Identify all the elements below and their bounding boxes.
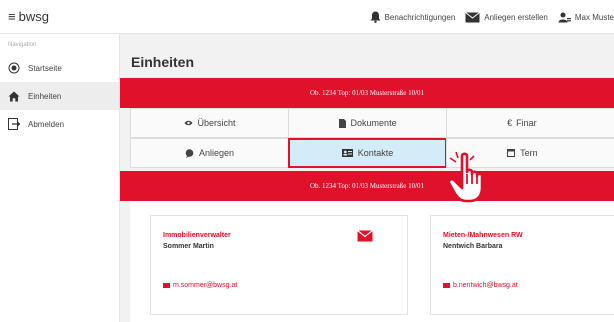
unit-banner: Ob. 1234 Top: 01/03 Musterstraße 10/01 bbox=[120, 78, 614, 108]
contact-card: Mieten-/Mahnwesen RW Nentwich Barbara b.… bbox=[430, 215, 614, 315]
bell-icon bbox=[370, 11, 381, 23]
envelope-small-icon bbox=[443, 283, 450, 288]
section-banner: Ob. 1234 Top: 01/03 Musterstraße 10/01 bbox=[120, 171, 614, 201]
create-request-button[interactable]: Anliegen erstellen bbox=[465, 11, 548, 23]
envelope-small-icon bbox=[163, 283, 170, 288]
tab-label: Finar bbox=[516, 118, 537, 128]
eye-icon bbox=[184, 120, 193, 126]
brand: ≡ bwsg bbox=[8, 9, 49, 24]
contact-role: Mieten-/Mahnwesen RW bbox=[443, 232, 523, 239]
tab-label: Dokumente bbox=[350, 118, 397, 128]
tab-uebersicht[interactable]: Übersicht bbox=[130, 108, 290, 138]
hamburger-menu-icon[interactable]: ≡ bbox=[8, 9, 16, 24]
sidebar-item-label: Einheiten bbox=[28, 91, 62, 101]
contact-email: b.nentwich@bwsg.at bbox=[453, 282, 518, 289]
sidebar: Navigation Startseite Einheiten Abmelden bbox=[0, 34, 120, 322]
contact-name: Nentwich Barbara bbox=[443, 243, 503, 250]
contact-card-icon bbox=[341, 149, 353, 157]
radio-icon bbox=[8, 62, 20, 74]
document-icon bbox=[338, 118, 346, 128]
notifications-button[interactable]: Benachrichtigungen bbox=[370, 11, 456, 23]
logout-icon bbox=[8, 118, 20, 130]
user-name: Max Muste bbox=[574, 12, 614, 22]
tab-anliegen[interactable]: Anliegen bbox=[130, 138, 289, 168]
contact-email-link[interactable]: m.sommer@bwsg.at bbox=[163, 282, 237, 289]
sidebar-section-label: Navigation bbox=[8, 42, 37, 48]
tab-finanzen[interactable]: € Finar bbox=[446, 108, 614, 138]
notifications-label: Benachrichtigungen bbox=[384, 12, 456, 22]
sidebar-item-einheiten[interactable]: Einheiten bbox=[0, 82, 119, 110]
chat-icon bbox=[185, 148, 194, 158]
sidebar-item-abmelden[interactable]: Abmelden bbox=[0, 110, 119, 138]
pointer-hand-icon bbox=[448, 152, 484, 203]
top-bar: ≡ bwsg Benachrichtigungen Anliegen erste… bbox=[0, 0, 614, 34]
create-request-label: Anliegen erstellen bbox=[484, 12, 548, 22]
contact-email: m.sommer@bwsg.at bbox=[173, 282, 238, 289]
tab-label: Anliegen bbox=[198, 148, 234, 158]
sidebar-item-startseite[interactable]: Startseite bbox=[0, 54, 119, 82]
home-icon bbox=[8, 90, 20, 102]
main-content: Einheiten Ob. 1234 Top: 01/03 Musterstra… bbox=[120, 34, 614, 322]
user-icon bbox=[558, 12, 571, 22]
tab-label: Tern bbox=[520, 148, 538, 158]
contact-email-link[interactable]: b.nentwich@bwsg.at bbox=[443, 282, 518, 289]
contact-name: Sommer Martin bbox=[163, 243, 214, 250]
contacts-panel: Immobilienverwalter Sommer Martin m.somm… bbox=[130, 201, 614, 322]
tab-kontakte[interactable]: Kontakte bbox=[287, 138, 448, 168]
header-actions: Benachrichtigungen Anliegen erstellen Ma… bbox=[360, 0, 614, 34]
sidebar-item-label: Startseite bbox=[28, 63, 62, 73]
contact-card: Immobilienverwalter Sommer Martin m.somm… bbox=[150, 215, 408, 315]
tab-label: Übersicht bbox=[197, 118, 236, 128]
tab-dokumente[interactable]: Dokumente bbox=[288, 108, 448, 138]
send-mail-icon[interactable] bbox=[357, 230, 373, 242]
brand-logo[interactable]: bwsg bbox=[19, 9, 49, 24]
sidebar-item-label: Abmelden bbox=[28, 119, 65, 129]
page-title: Einheiten bbox=[131, 54, 195, 70]
euro-icon: € bbox=[507, 118, 513, 128]
envelope-icon bbox=[465, 11, 481, 22]
unit-tabs: Übersicht Dokumente € Finar Anliegen Kon… bbox=[130, 108, 614, 168]
contact-role: Immobilienverwalter bbox=[163, 232, 231, 239]
user-menu-button[interactable]: Max Muste bbox=[558, 12, 614, 23]
tab-label: Kontakte bbox=[357, 148, 394, 158]
calendar-icon bbox=[507, 149, 516, 157]
